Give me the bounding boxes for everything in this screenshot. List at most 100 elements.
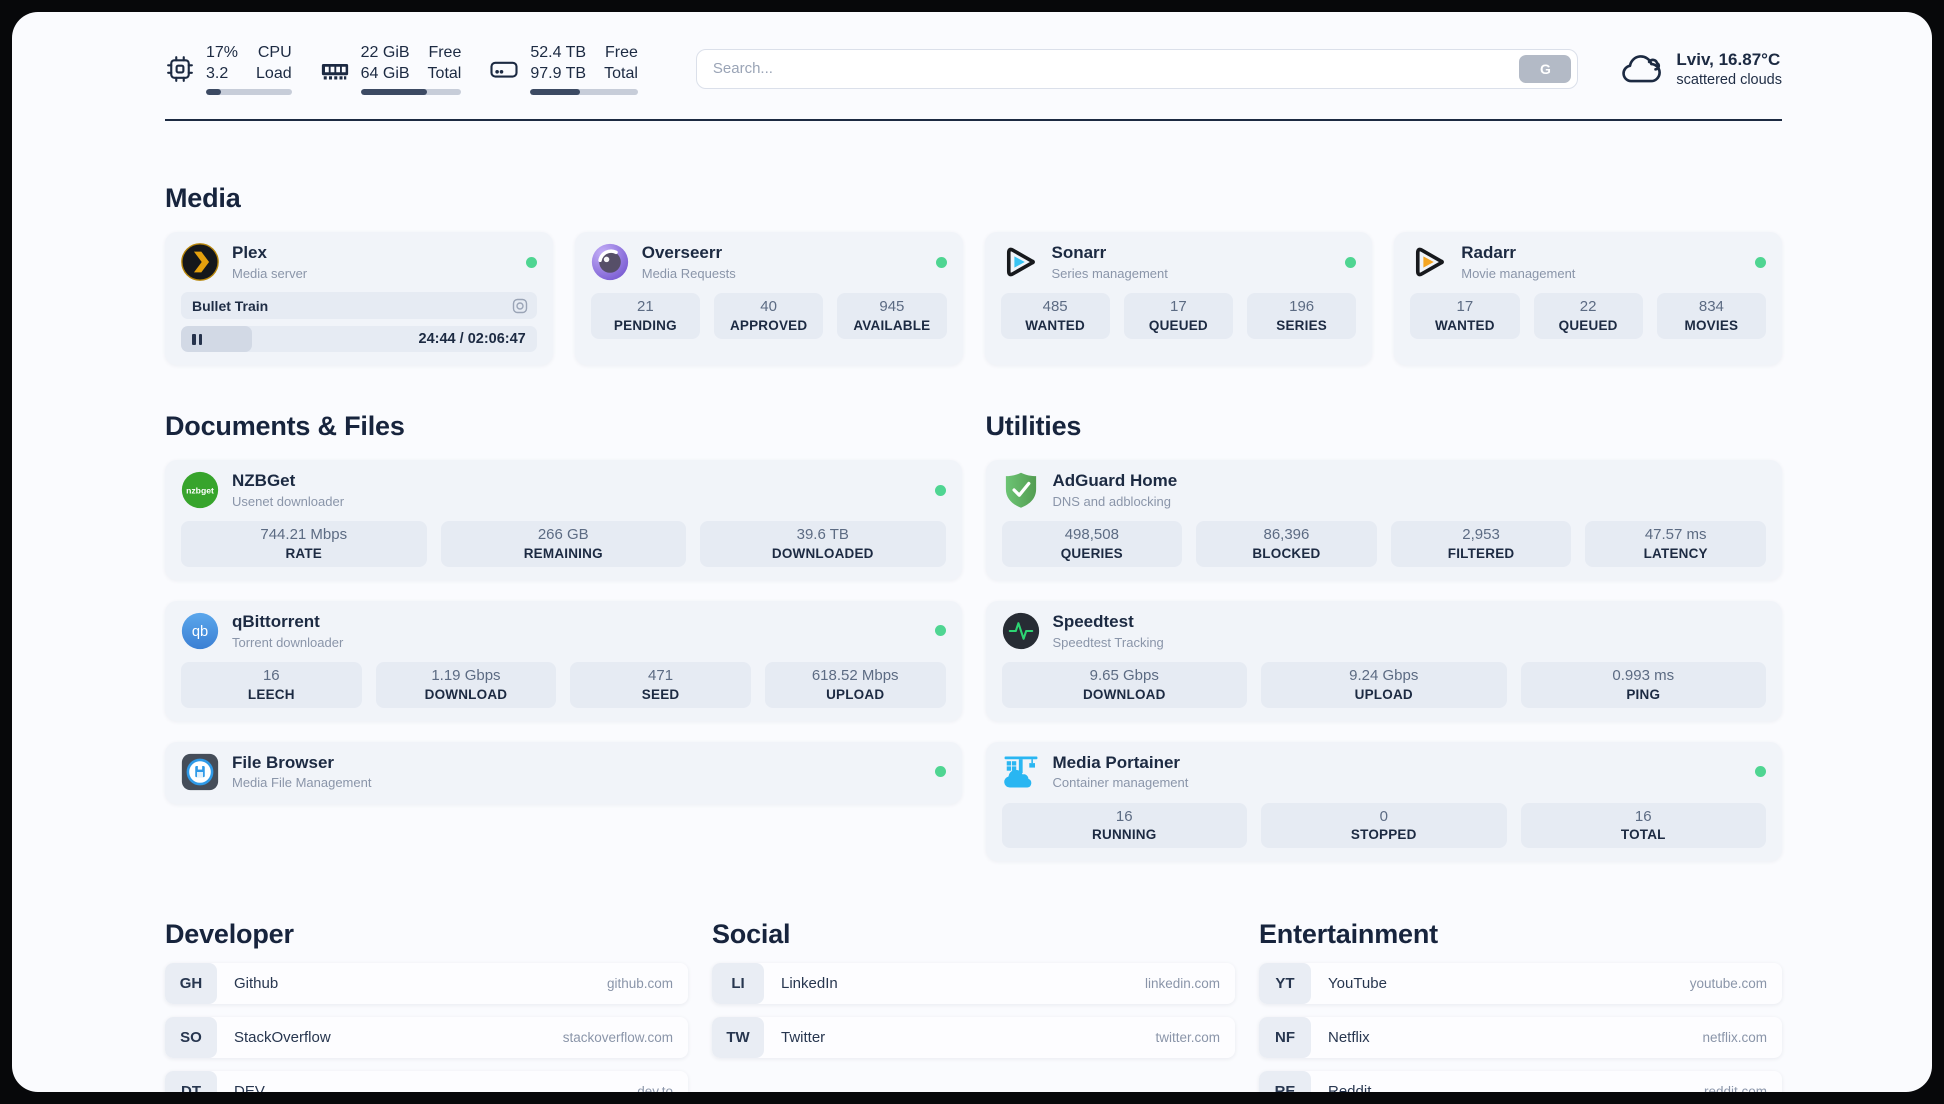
section-social: Social LI LinkedIn linkedin.com TW Twitt… [712,919,1235,1059]
status-dot [934,625,946,637]
link-netflix[interactable]: NF Netflix netflix.com [1259,1017,1782,1059]
overseerr-icon [591,244,628,281]
app-name: qBittorrent [232,612,320,632]
filebrowser-icon [181,753,219,790]
pause-icon[interactable] [192,333,202,345]
app-card-overseerr[interactable]: Overseerr Media Requests 21 PENDING 40 A… [574,232,963,366]
app-name: Media Portainer [1052,752,1181,772]
stat-remaining: 266 GB REMAINING [440,521,686,567]
link-youtube[interactable]: YT YouTube youtube.com [1259,963,1782,1005]
status-dot [1755,766,1766,778]
link-badge: TW [712,1017,764,1059]
link-name: Twitter [781,1029,826,1047]
app-subtitle: Speedtest Tracking [1052,634,1164,650]
ram-metric: 22 GiB 64 GiB Free Total [320,42,462,96]
adguard-icon [1005,472,1036,508]
link-badge: YT [1259,963,1311,1005]
stat-total: 16 TOTAL [1520,802,1766,849]
radarr-icon [1416,247,1445,277]
ram-free-label: Free [428,44,462,61]
status-dot [934,766,946,778]
stat-rate: 744.21 Mbps RATE [181,521,427,567]
cpu-metric: 17% 3.2 CPU Load [165,42,292,96]
app-card-radarr[interactable]: Radarr Movie management 17 WANTED 22 QUE… [1394,232,1782,366]
cpu-usage-value: 17% [206,44,239,61]
speedtest-icon [1002,612,1039,650]
ram-progress-bar [360,89,462,96]
cpu-load-label: Load [256,65,292,83]
app-card-filebrowser[interactable]: File Browser Media File Management [165,741,962,804]
media-target-icon[interactable] [512,298,528,314]
svg-text:nzbget: nzbget [186,486,214,496]
section-title-media: Media [165,183,241,214]
stat-series: 196 SERIES [1247,293,1357,339]
link-badge: SO [165,1017,217,1059]
link-linkedin[interactable]: LI LinkedIn linkedin.com [712,963,1235,1005]
app-card-adguard[interactable]: AdGuard Home DNS and adblocking 498,508 … [985,460,1782,580]
app-name: Plex [232,243,267,263]
ram-icon [321,63,348,80]
app-card-sonarr[interactable]: Sonarr Series management 485 WANTED 17 Q… [984,232,1373,366]
app-subtitle: Container management [1052,775,1189,791]
stat-wanted: 485 WANTED [1000,293,1110,339]
link-twitter[interactable]: TW Twitter twitter.com [712,1017,1235,1059]
dashboard: 17% 3.2 CPU Load 22 GiB 64 GiB Free Tota… [12,12,1932,1092]
app-card-qbittorrent[interactable]: qb qBittorrent Torrent downloader 16 LEE… [165,600,962,721]
status-dot [525,256,537,268]
section-title-documents: Documents & Files [165,411,405,442]
search-input[interactable] [712,60,1520,78]
app-subtitle: Media File Management [232,775,372,791]
nzbget-icon: nzbget [181,472,219,509]
stat-pending: 21 PENDING [590,293,700,339]
cpu-icon [167,55,193,82]
link-reddit[interactable]: RE Reddit reddit.com [1259,1071,1782,1092]
link-github[interactable]: GH Github github.com [165,963,688,1005]
section-documents: Documents & Files nzbget NZBGet Usenet d… [165,411,962,804]
app-card-plex[interactable]: Plex Media server Bullet Train 24:44 / 0… [165,232,553,366]
stat-available: 945 AVAILABLE [837,293,947,339]
stat-movies: 834 MOVIES [1656,293,1766,339]
weather-widget: Lviv, 16.87°C scattered clouds [1620,50,1782,88]
app-card-speedtest[interactable]: Speedtest Speedtest Tracking 9.65 Gbps D… [985,600,1782,721]
link-stackoverflow[interactable]: SO StackOverflow stackoverflow.com [165,1017,688,1059]
app-card-nzbget[interactable]: nzbget NZBGet Usenet downloader 744.21 M… [165,460,962,580]
cloud-icon [1622,54,1662,83]
link-domain: twitter.com [1155,1030,1220,1046]
stat-leech: 16 LEECH [181,661,362,708]
app-subtitle: Usenet downloader [232,493,345,509]
app-subtitle: Media Requests [641,265,736,281]
cpu-usage-label: CPU [257,44,292,61]
section-utilities: Utilities AdGuard Home DNS and adblockin… [985,411,1782,862]
link-domain: github.com [606,976,673,992]
ram-total-label: Total [427,65,462,83]
stat-queued: 22 QUEUED [1533,293,1643,339]
app-name: Sonarr [1051,243,1107,263]
link-name: Netflix [1328,1029,1370,1047]
link-domain: dev.to [637,1084,673,1092]
stat-ping: 0.993 ms PING [1520,661,1766,708]
link-domain: netflix.com [1702,1030,1767,1046]
disk-total-label: Total [604,65,638,83]
link-badge: RE [1259,1071,1311,1092]
link-dev[interactable]: DT DEV dev.to [165,1071,688,1092]
disk-progress-bar [530,89,638,96]
stat-download: 1.19 Gbps DOWNLOAD [375,661,557,708]
link-badge: NF [1259,1017,1311,1059]
header-divider [165,119,1782,122]
disk-metric: 52.4 TB 97.9 TB Free Total [489,42,638,96]
search-engine-button[interactable]: G [1519,54,1572,83]
section-entertainment: Entertainment YT YouTube youtube.com NF … [1259,919,1782,1092]
cpu-load-value: 3.2 [206,65,229,83]
disk-icon [490,61,518,78]
status-dot [1755,256,1766,268]
app-subtitle: Movie management [1461,265,1576,281]
stat-upload: 618.52 Mbps UPLOAD [764,661,946,708]
weather-location-temp: Lviv, 16.87°C [1676,49,1781,69]
stat-running: 16 RUNNING [1001,802,1247,849]
stat-queries: 498,508 QUERIES [1001,521,1183,567]
stat-stopped: 0 STOPPED [1261,802,1507,849]
disk-total-value: 97.9 TB [530,65,587,83]
app-card-portainer[interactable]: Media Portainer Container management 16 … [985,741,1782,862]
ram-total-value: 64 GiB [360,65,410,83]
stat-queued: 17 QUEUED [1123,293,1233,339]
